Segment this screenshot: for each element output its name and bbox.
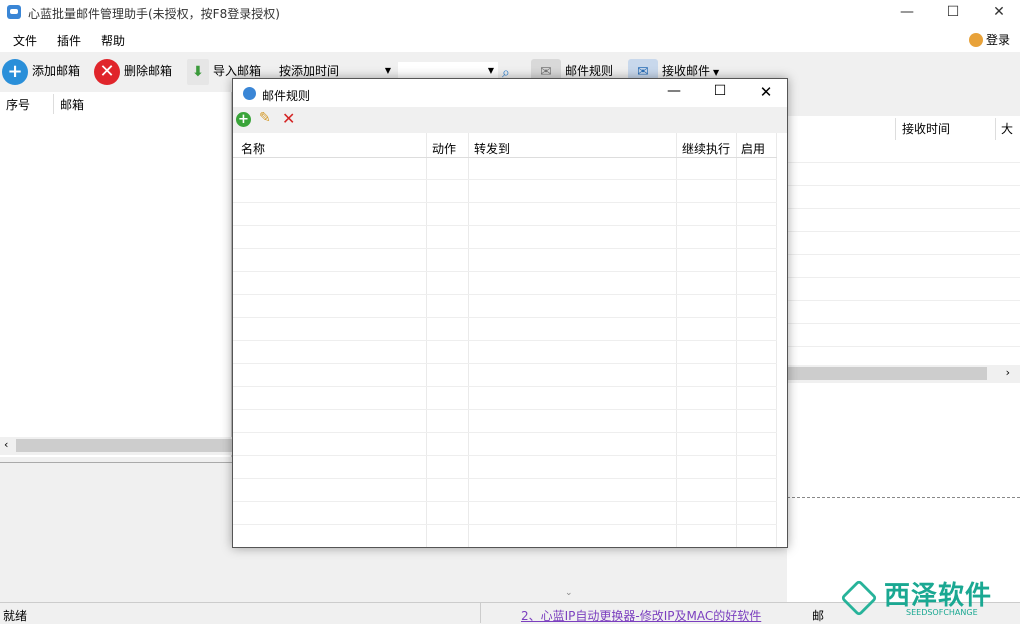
delete-mailbox-button[interactable]: ✕ 删除邮箱 <box>94 58 172 86</box>
column-header-forward-to[interactable]: 转发到 <box>474 140 510 157</box>
login-button[interactable]: 登录 <box>968 31 1010 48</box>
dialog-close-button[interactable]: ✕ <box>743 83 789 101</box>
table-row[interactable] <box>233 479 777 502</box>
column-header-mailbox[interactable]: 邮箱 <box>60 96 84 113</box>
list-row[interactable] <box>787 140 1020 163</box>
table-row[interactable] <box>233 272 777 295</box>
logo-subtext: SEEDSOFCHANGE <box>906 608 978 617</box>
column-header-name[interactable]: 名称 <box>241 140 265 157</box>
mail-preview <box>787 384 1020 602</box>
dialog-toolbar: + ✎ ✕ <box>233 107 787 133</box>
list-row[interactable] <box>787 163 1020 186</box>
menu-help[interactable]: 帮助 <box>101 32 125 49</box>
delete-label: 删除邮箱 <box>124 64 173 78</box>
table-row[interactable] <box>233 341 777 364</box>
table-row[interactable] <box>233 249 777 272</box>
delete-icon: ✕ <box>94 58 120 85</box>
horizontal-scrollbar[interactable]: ‹ <box>0 437 232 455</box>
scrollbar-thumb[interactable] <box>787 367 987 380</box>
list-row[interactable] <box>787 278 1020 301</box>
receive-label: 接收邮件 <box>662 64 711 78</box>
scroll-left-icon[interactable]: ‹ <box>4 438 8 451</box>
table-row[interactable] <box>233 180 777 203</box>
table-row[interactable] <box>233 226 777 249</box>
maximize-button[interactable]: ☐ <box>930 0 976 26</box>
column-header-action[interactable]: 动作 <box>432 140 456 157</box>
dialog-maximize-button[interactable]: ☐ <box>697 83 743 99</box>
promo-link[interactable]: 2、心蓝IP自动更换器-修改IP及MAC的好软件 <box>521 607 761 624</box>
login-label: 登录 <box>985 33 1010 47</box>
import-icon: ⬇ <box>187 58 209 85</box>
edit-rule-icon[interactable]: ✎ <box>259 110 271 126</box>
add-rule-icon[interactable]: + <box>236 112 251 127</box>
window-title: 心蓝批量邮件管理助手(未授权，按F8登录授权) <box>28 7 280 21</box>
list-row[interactable] <box>787 255 1020 278</box>
column-header-size[interactable]: 大 <box>1001 120 1013 137</box>
app-icon <box>7 5 21 19</box>
table-row[interactable] <box>233 364 777 387</box>
menu-bar: 文件 插件 帮助 登录 <box>0 26 1020 52</box>
column-header-continue[interactable]: 继续执行 <box>682 140 730 157</box>
scrollbar-thumb[interactable] <box>16 439 232 452</box>
table-row[interactable] <box>233 157 777 180</box>
list-row[interactable] <box>787 209 1020 232</box>
column-divider <box>895 118 896 140</box>
table-row[interactable] <box>233 318 777 341</box>
dialog-title: 邮件规则 <box>262 89 311 103</box>
table-row[interactable] <box>233 502 777 525</box>
mail-rules-dialog: 邮件规则 — ☐ ✕ + ✎ ✕ 名称 动作 转发到 继续执行 启用 <box>232 78 788 548</box>
list-row[interactable] <box>787 232 1020 255</box>
close-button[interactable]: ✕ <box>976 0 1020 26</box>
rules-label: 邮件规则 <box>565 64 614 78</box>
horizontal-scrollbar[interactable]: › <box>787 365 1020 383</box>
table-row[interactable] <box>233 525 777 547</box>
table-row[interactable] <box>233 433 777 456</box>
table-row[interactable] <box>233 387 777 410</box>
table-row[interactable] <box>233 456 777 479</box>
mailbox-list[interactable]: 序号 邮箱 <box>0 92 232 457</box>
status-text: 就绪 <box>3 609 28 623</box>
list-row[interactable] <box>787 186 1020 209</box>
add-label: 添加邮箱 <box>32 64 81 78</box>
menu-file[interactable]: 文件 <box>13 32 37 49</box>
divider <box>787 497 1020 498</box>
table-row[interactable] <box>233 410 777 433</box>
column-header-received-time[interactable]: 接收时间 <box>902 120 950 137</box>
logo-icon <box>840 579 878 617</box>
status-divider <box>480 603 481 623</box>
column-divider <box>995 118 996 140</box>
scroll-right-icon[interactable]: › <box>1006 366 1010 379</box>
scroll-down-icon[interactable]: ⌄ <box>565 588 573 598</box>
rules-table[interactable]: 名称 动作 转发到 继续执行 启用 <box>233 133 787 547</box>
watermark-logo: 西泽软件 SEEDSOFCHANGE <box>840 575 1010 620</box>
column-header-index[interactable]: 序号 <box>6 96 30 113</box>
table-row[interactable] <box>233 203 777 226</box>
add-mailbox-button[interactable]: + 添加邮箱 <box>2 58 80 86</box>
title-bar: 心蓝批量邮件管理助手(未授权，按F8登录授权) — ☐ ✕ <box>0 0 1020 26</box>
column-divider <box>53 94 54 114</box>
logo-text: 西泽软件 <box>884 581 993 611</box>
dropdown-arrow-icon: ▼ <box>713 68 720 77</box>
mail-list[interactable]: 接收时间 大 › <box>787 116 1020 384</box>
minimize-button[interactable]: — <box>884 0 930 26</box>
user-icon <box>968 33 983 47</box>
dialog-title-bar: 邮件规则 — ☐ ✕ <box>233 79 787 107</box>
table-row[interactable] <box>233 295 777 318</box>
status-right-text: 邮 <box>812 609 825 623</box>
delete-rule-icon[interactable]: ✕ <box>282 109 295 128</box>
dialog-minimize-button[interactable]: — <box>651 83 697 99</box>
import-label: 导入邮箱 <box>213 64 262 78</box>
list-row[interactable] <box>787 324 1020 347</box>
list-row[interactable] <box>787 301 1020 324</box>
sort-label: 按添加时间 <box>279 64 340 78</box>
add-icon: + <box>2 58 28 85</box>
dialog-app-icon <box>243 87 256 100</box>
menu-plugins[interactable]: 插件 <box>57 32 81 49</box>
column-header-enabled[interactable]: 启用 <box>741 140 765 157</box>
